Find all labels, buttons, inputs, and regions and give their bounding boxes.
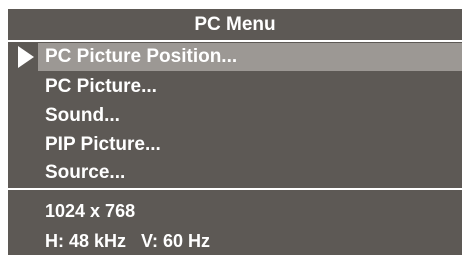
- menu-item-label: PIP Picture...: [45, 134, 161, 155]
- menu-item-pip-picture[interactable]: PIP Picture...: [8, 131, 462, 159]
- menu-item-source[interactable]: Source...: [8, 159, 462, 187]
- menu-title: PC Menu: [194, 14, 276, 35]
- menu-item-sound[interactable]: Sound...: [8, 102, 462, 130]
- pc-menu-panel: PC Menu PC Picture Position... PC Pictur…: [8, 9, 462, 255]
- menu-item-label: PC Picture...: [45, 76, 157, 97]
- info-divider: [8, 188, 462, 190]
- title-divider: [8, 40, 462, 42]
- menu-item-label: PC Picture Position...: [45, 46, 238, 67]
- selection-cursor-icon: [18, 46, 34, 68]
- menu-item-pc-picture[interactable]: PC Picture...: [8, 73, 462, 101]
- menu-item-label: Source...: [45, 162, 126, 183]
- menu-item-label: Sound...: [45, 105, 120, 126]
- resolution-readout: 1024 x 768: [45, 201, 136, 221]
- menu-item-pc-picture-position[interactable]: PC Picture Position...: [8, 43, 462, 71]
- frequency-readout: H: 48 kHz V: 60 Hz: [45, 231, 211, 251]
